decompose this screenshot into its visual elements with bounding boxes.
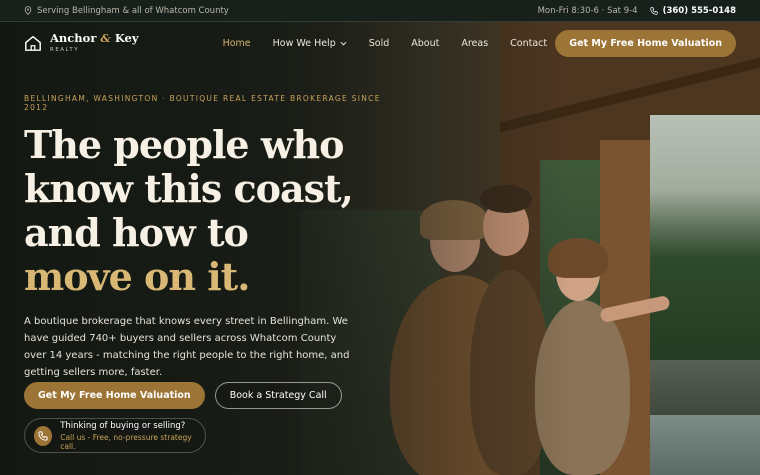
headline-line-1: The people who xyxy=(24,122,345,167)
nav-item-contact[interactable]: Contact xyxy=(510,38,547,49)
phone-link[interactable]: (360) 555-0148 xyxy=(649,5,736,16)
phone-number: (360) 555-0148 xyxy=(662,5,736,16)
headline-line-3: and how to xyxy=(24,210,249,255)
phone-icon xyxy=(38,430,48,441)
call-us-card[interactable]: Thinking of buying or selling? Call us -… xyxy=(24,418,206,453)
map-pin-icon xyxy=(24,6,32,15)
call-card-subtitle: Call us - Free, no-pressure strategy cal… xyxy=(60,432,192,451)
service-area-text: Serving Bellingham & all of Whatcom Coun… xyxy=(37,5,229,16)
service-area: Serving Bellingham & all of Whatcom Coun… xyxy=(24,6,229,16)
hero-eyebrow: BELLINGHAM, WASHINGTON · BOUTIQUE REAL E… xyxy=(24,94,381,112)
main-navigation: Anchor & Key REALTY Home How We Help Sol… xyxy=(0,22,760,64)
hero-content: BELLINGHAM, WASHINGTON · BOUTIQUE REAL E… xyxy=(24,94,384,453)
logo-name: Anchor & Key xyxy=(50,31,139,45)
hero-page: Serving Bellingham & all of Whatcom Coun… xyxy=(0,0,760,475)
logo[interactable]: Anchor & Key REALTY xyxy=(24,31,139,53)
nav-item-how-we-help[interactable]: How We Help xyxy=(273,38,347,49)
hero-headline: The people who know this coast, and how … xyxy=(24,123,384,299)
hero-buttons: Get My Free Home Valuation Book a Strate… xyxy=(24,382,342,409)
house-icon xyxy=(25,35,41,51)
nav-item-sold[interactable]: Sold xyxy=(369,38,390,49)
nav-item-how-we-help-label: How We Help xyxy=(272,37,336,49)
nav-item-home[interactable]: Home xyxy=(223,38,251,49)
call-icon-badge xyxy=(34,425,53,446)
logo-subtitle: REALTY xyxy=(50,46,80,53)
nav-menu: Home How We Help Sold About Areas Contac… xyxy=(223,38,548,49)
phone-icon xyxy=(649,6,658,15)
nav-item-areas[interactable]: Areas xyxy=(461,38,488,49)
hero-lead-text: A boutique brokerage that knows every st… xyxy=(24,316,350,378)
chevron-down-icon xyxy=(340,41,347,46)
headline-line-2: know this coast, xyxy=(24,166,354,211)
headline-accent: move on it. xyxy=(24,254,250,299)
hero-valuation-button[interactable]: Get My Free Home Valuation xyxy=(24,382,205,409)
call-card-title: Thinking of buying or selling? xyxy=(60,420,186,431)
office-hours: Mon-Fri 8:30-6 · Sat 9-4 xyxy=(537,5,638,16)
nav-valuation-button[interactable]: Get My Free Home Valuation xyxy=(555,29,736,57)
nav-item-about[interactable]: About xyxy=(411,38,439,49)
strategy-call-button[interactable]: Book a Strategy Call xyxy=(214,382,342,409)
top-utility-bar: Serving Bellingham & all of Whatcom Coun… xyxy=(0,0,760,22)
